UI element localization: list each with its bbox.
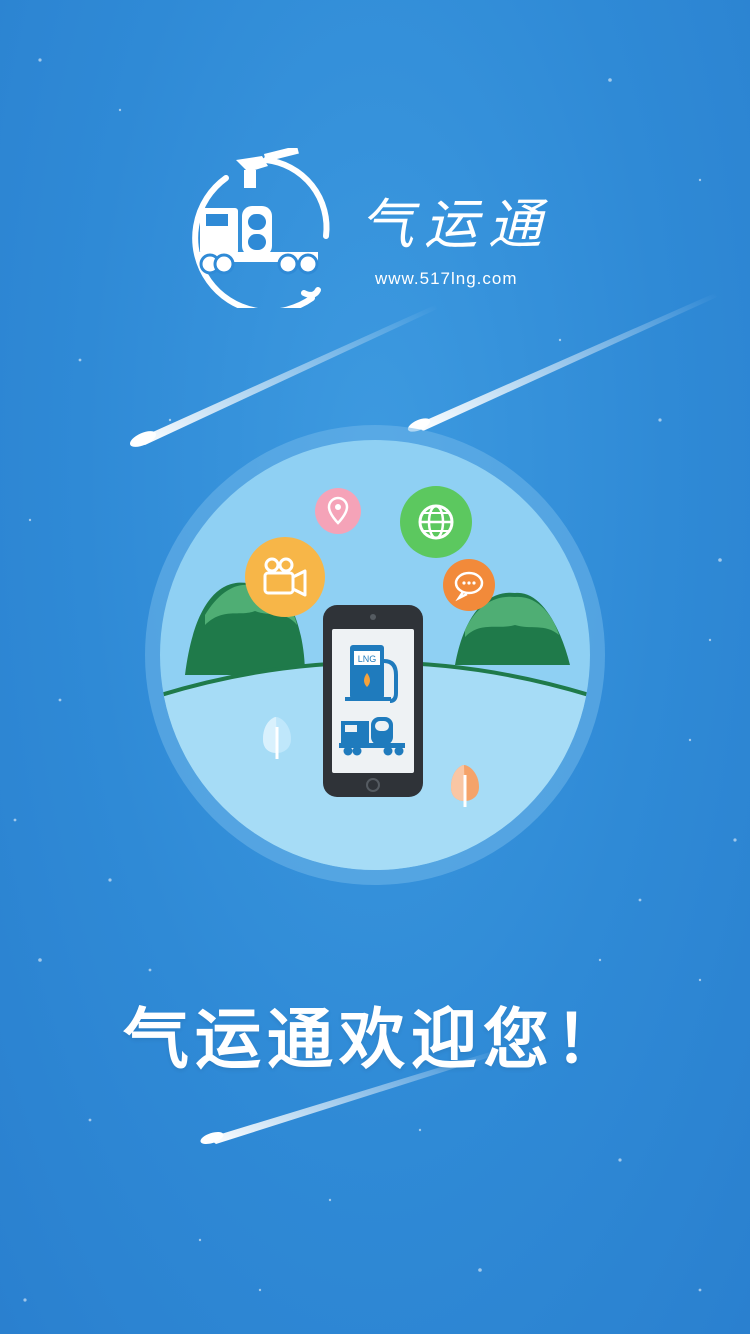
brand-url: www.517lng.com [375,269,518,288]
lng-sign: LNG [358,654,377,664]
location-pin-icon [315,488,361,534]
brand-name: 气运通 [360,193,552,256]
illustration-circle: LNG [145,425,605,885]
splash-screen: 气运通 www.517lng.com LNG 气运通欢迎您！ [0,0,750,1334]
smartphone-icon [323,605,423,797]
welcome-message: 气运通欢迎您！ [123,1001,627,1078]
truck-logo-icon [192,148,330,308]
meteor-decoration [407,293,717,432]
chat-bubble-icon [443,559,495,611]
globe-icon [400,486,472,558]
video-camera-icon [245,537,325,617]
